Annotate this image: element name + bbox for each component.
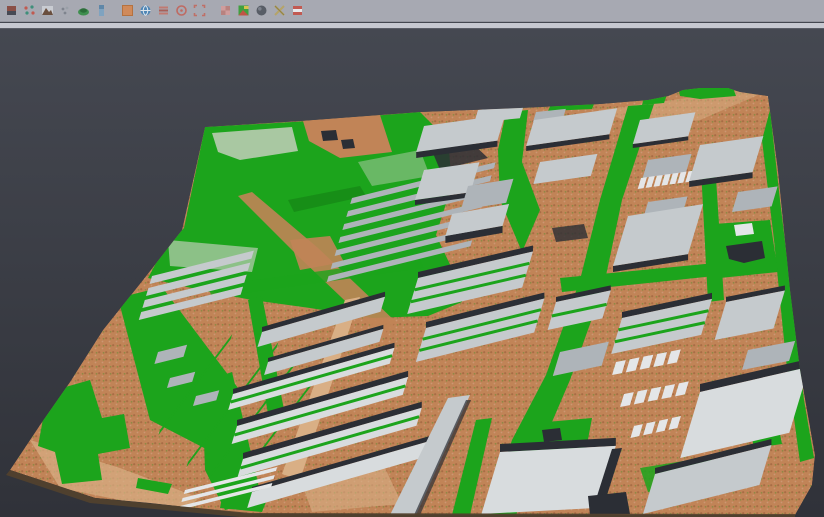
terrain-icon[interactable] bbox=[39, 3, 55, 19]
database-icon[interactable] bbox=[3, 3, 19, 19]
app-window bbox=[0, 0, 824, 517]
toolbar-group-separator bbox=[110, 3, 118, 19]
flag-icon[interactable] bbox=[289, 3, 305, 19]
toolbar bbox=[0, 0, 824, 22]
viewport-3d[interactable] bbox=[0, 29, 824, 517]
ortho-icon[interactable] bbox=[119, 3, 135, 19]
section-icon[interactable] bbox=[271, 3, 287, 19]
classified-map-icon[interactable] bbox=[235, 3, 251, 19]
globe-icon[interactable] bbox=[137, 3, 153, 19]
points-icon[interactable] bbox=[57, 3, 73, 19]
slice-icon[interactable] bbox=[93, 3, 109, 19]
target-icon[interactable] bbox=[173, 3, 189, 19]
layers-icon[interactable] bbox=[155, 3, 171, 19]
extent-icon[interactable] bbox=[191, 3, 207, 19]
grid-icon[interactable] bbox=[217, 3, 233, 19]
toolbar-group-separator bbox=[208, 3, 216, 19]
dem-icon[interactable] bbox=[75, 3, 91, 19]
pointcloud-render bbox=[0, 29, 824, 517]
classify-icon[interactable] bbox=[21, 3, 37, 19]
mesh-sphere-icon[interactable] bbox=[253, 3, 269, 19]
